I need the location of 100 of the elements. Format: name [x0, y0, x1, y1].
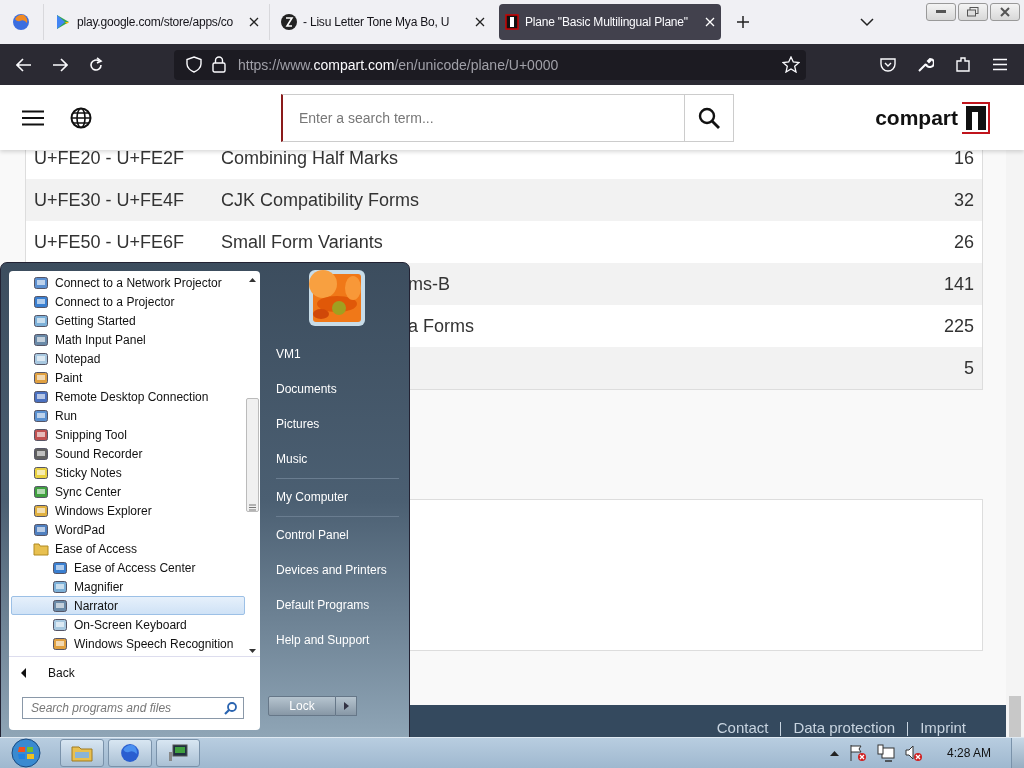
program-item[interactable]: Sticky Notes	[11, 463, 245, 482]
table-cell: Combining Half Marks	[221, 147, 399, 168]
logo-mark-icon	[960, 101, 990, 134]
search-field[interactable]: Enter a search term...	[281, 93, 685, 142]
program-item[interactable]: Run	[11, 406, 245, 425]
close-icon[interactable]	[475, 17, 485, 27]
clock[interactable]: 4:28 AM	[946, 746, 991, 760]
start-menu-link[interactable]: Default Programs	[268, 588, 409, 623]
shield-icon	[186, 56, 202, 73]
network-icon[interactable]	[876, 744, 895, 762]
program-icon	[33, 483, 49, 500]
program-item[interactable]: Snipping Tool	[11, 425, 245, 444]
monitor-icon	[168, 744, 188, 762]
program-icon	[33, 426, 49, 443]
back-button[interactable]: Back	[9, 657, 260, 689]
right-triangle-icon	[343, 702, 349, 710]
program-icon	[33, 312, 49, 329]
program-item[interactable]: On-Screen Keyboard	[11, 615, 245, 634]
program-item[interactable]: Ease of Access	[11, 539, 245, 558]
start-menu-link[interactable]: VM1	[268, 337, 409, 372]
globe-icon[interactable]	[70, 106, 92, 129]
footer-link[interactable]: Data protection	[793, 719, 896, 737]
chevron-down-icon[interactable]	[860, 17, 874, 27]
program-icon	[33, 350, 49, 367]
program-item[interactable]: Paint	[11, 368, 245, 387]
browser-logo-icon[interactable]	[12, 13, 30, 31]
search-icon	[698, 106, 720, 129]
start-menu-link[interactable]: Devices and Printers	[268, 553, 409, 588]
table-cell: 32	[953, 189, 974, 211]
menu-icon[interactable]	[22, 109, 44, 126]
browser-logo-icon	[120, 743, 140, 763]
play-store-icon	[55, 14, 71, 30]
close-button[interactable]	[990, 3, 1020, 21]
flag-error-icon[interactable]	[848, 744, 867, 762]
forward-icon[interactable]	[52, 57, 68, 72]
program-item[interactable]: Connect to a Projector	[11, 292, 245, 311]
program-icon	[52, 597, 68, 614]
program-item[interactable]: Remote Desktop Connection	[11, 387, 245, 406]
extensions-icon[interactable]	[955, 56, 971, 73]
program-item[interactable]: Notepad	[11, 349, 245, 368]
start-menu-link[interactable]: Pictures	[268, 407, 409, 442]
taskbar-button[interactable]	[156, 739, 200, 767]
search-button[interactable]	[685, 93, 734, 142]
close-icon[interactable]	[249, 17, 259, 27]
scrollbar[interactable]	[1006, 150, 1024, 738]
site-logo[interactable]: compart	[875, 105, 958, 130]
address-bar[interactable]: https://www.compart.com/en/unicode/plane/U+0000	[174, 49, 806, 80]
program-search-field[interactable]: Search programs and files	[22, 697, 244, 719]
program-item[interactable]: Ease of Access Center	[11, 558, 245, 577]
start-menu-link[interactable]: Music	[268, 442, 409, 477]
table-cell: U+FE30 - U+FE4F	[34, 189, 185, 210]
table-cell: 5	[964, 357, 974, 379]
start-menu-link[interactable]: Documents	[268, 372, 409, 407]
scrollbar-thumb[interactable]	[1009, 696, 1021, 738]
program-item[interactable]: Narrator	[11, 596, 245, 615]
program-icon	[52, 635, 68, 652]
start-menu-link[interactable]: Control Panel	[268, 518, 409, 553]
scroll-up-icon[interactable]	[249, 278, 256, 282]
program-icon	[33, 445, 49, 462]
program-item[interactable]: Sound Recorder	[11, 444, 245, 463]
url-text: https://www.compart.com/en/unicode/plane/U+0000	[238, 56, 559, 73]
wrench-icon[interactable]	[917, 56, 934, 73]
program-icon	[33, 331, 49, 348]
taskbar-button[interactable]	[108, 739, 152, 767]
start-menu-link[interactable]: My Computer	[268, 480, 409, 515]
program-item[interactable]: Windows Speech Recognition	[11, 634, 245, 653]
back-icon[interactable]	[16, 57, 32, 72]
program-item[interactable]: WordPad	[11, 520, 245, 539]
browser-tab[interactable]: - Lisu Letter Tone Mya Bo, U	[269, 4, 495, 40]
program-item[interactable]: Connect to a Network Projector	[11, 273, 245, 292]
program-item[interactable]: Math Input Panel	[11, 330, 245, 349]
pocket-icon[interactable]	[880, 57, 896, 72]
scroll-down-icon[interactable]	[249, 649, 256, 653]
program-icon	[33, 274, 49, 291]
site-logo-icon	[505, 14, 519, 30]
new-tab-icon[interactable]	[736, 15, 750, 29]
scrollbar-thumb[interactable]	[246, 398, 259, 512]
shutdown-options-button[interactable]	[336, 696, 357, 716]
program-icon	[33, 293, 49, 310]
speaker-muted-icon[interactable]	[904, 744, 923, 762]
restore-button[interactable]	[958, 3, 988, 21]
program-item[interactable]: Windows Explorer	[11, 501, 245, 520]
start-menu-link[interactable]: Help and Support	[268, 623, 409, 658]
reload-icon[interactable]	[88, 56, 104, 73]
program-item[interactable]: Getting Started	[11, 311, 245, 330]
footer-link[interactable]: Imprint	[920, 719, 966, 737]
minimize-button[interactable]	[926, 3, 956, 21]
browser-tab[interactable]: Plane "Basic Multilingual Plane"	[499, 4, 721, 40]
program-icon	[52, 559, 68, 576]
program-item[interactable]: Sync Center	[11, 482, 245, 501]
table-cell: CJK Compatibility Forms	[221, 189, 420, 210]
show-hidden-icons-icon[interactable]	[829, 750, 839, 756]
program-icon	[52, 578, 68, 595]
minimize-icon	[936, 10, 946, 14]
footer-link[interactable]: Contact	[716, 719, 769, 737]
close-icon	[1000, 7, 1010, 17]
bookmark-star-icon[interactable]	[782, 56, 800, 73]
restore-icon	[967, 7, 979, 17]
program-item[interactable]: Magnifier	[11, 577, 245, 596]
browser-tab[interactable]: play.google.com/store/apps/co	[43, 4, 269, 40]
